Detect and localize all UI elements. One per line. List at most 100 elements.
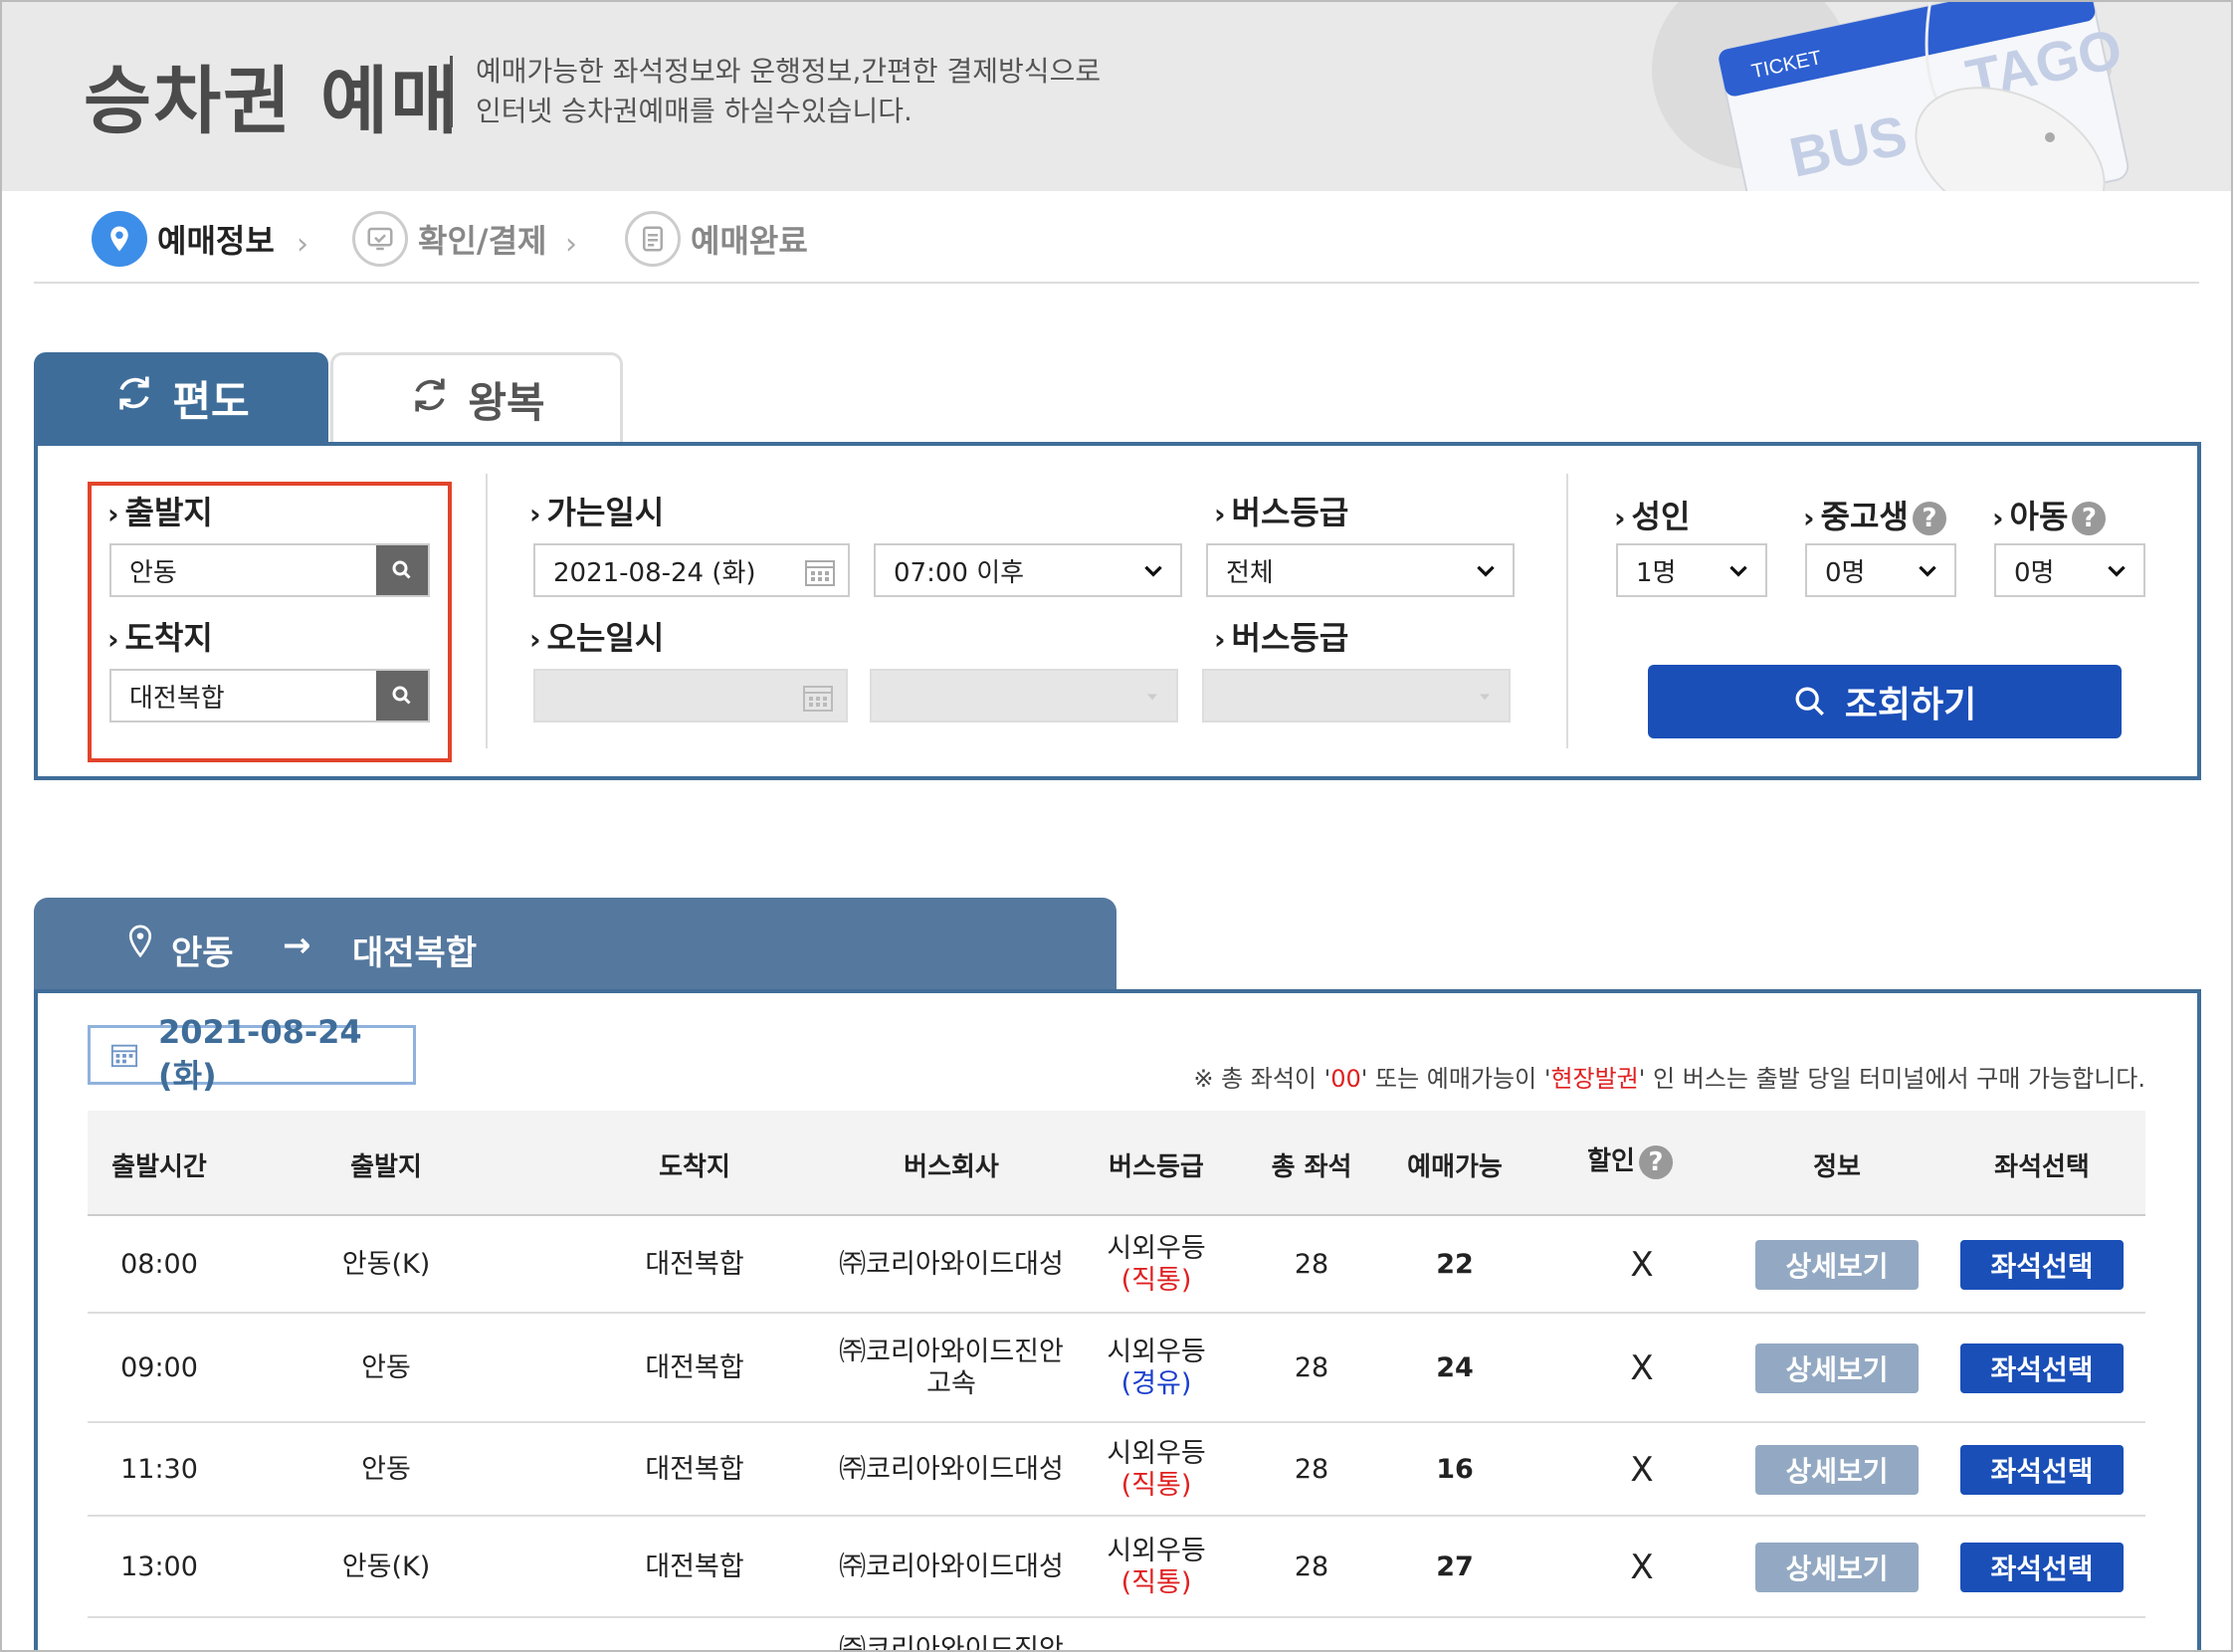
chevron-down-icon <box>1477 565 1495 577</box>
adult-select[interactable]: 1명 <box>1616 543 1767 597</box>
tab-label: 편도 <box>172 376 250 426</box>
col-bus-company: 버스회사 <box>904 1152 999 1182</box>
panel-divider <box>486 474 488 748</box>
adult-label: › 성인 <box>1614 498 1691 535</box>
arrival-label: › 도착지 <box>107 619 213 657</box>
student-value: 0명 <box>1825 557 1866 588</box>
company-name: ㈜코리아와이드진안 <box>839 1337 1064 1367</box>
return-bus-grade-select <box>1202 669 1511 723</box>
search-icon <box>392 560 411 579</box>
cell-discount: X <box>1630 1348 1654 1388</box>
route-from: 안동 <box>171 933 234 973</box>
query-button[interactable]: 조회하기 <box>1648 665 2122 738</box>
booking-steps: 예매정보 › 확인/결제 › 예매완료 <box>0 191 2233 283</box>
cell-total-seats: 28 <box>1294 1352 1329 1383</box>
help-icon[interactable]: ? <box>2072 502 2107 535</box>
go-date-label: › 가는일시 <box>529 494 665 531</box>
detail-button[interactable]: 상세보기 <box>1755 1343 1919 1393</box>
chevron-down-icon <box>1919 565 1936 577</box>
results-date-badge: 2021-08-24 (화) <box>88 1013 416 1095</box>
col-total-seats: 총 좌석 <box>1271 1152 1352 1182</box>
seat-select-button[interactable]: 좌석선택 <box>1960 1240 2124 1290</box>
detail-button[interactable]: 상세보기 <box>1755 1543 1919 1592</box>
chevron-right-icon: › <box>297 227 308 262</box>
search-icon <box>1795 687 1824 716</box>
go-time-select[interactable]: 07:00 이후 <box>874 543 1182 597</box>
table-row: 09:00 안동 대전복합 ㈜코리아와이드진안 고속 시외우등 (경유) 28 24 X 상세보기 좌… <box>88 1314 2145 1423</box>
company-name: ㈜코리아와이드대성 <box>839 1249 1064 1280</box>
tab-oneway[interactable]: 편도 <box>34 352 328 444</box>
cell-departure: 안동 <box>361 1352 411 1383</box>
student-select[interactable]: 0명 <box>1805 543 1956 597</box>
step-booking-complete: 예매완료 <box>625 211 808 267</box>
bus-grade-select[interactable]: 전체 <box>1206 543 1515 597</box>
go-date-input[interactable]: 2021-08-24 (화) <box>533 543 850 597</box>
cell-time: 08:00 <box>120 1249 198 1280</box>
chevron-down-icon <box>1144 565 1162 577</box>
departure-input[interactable]: 안동 <box>109 543 430 597</box>
cell-discount: X <box>1630 1450 1654 1490</box>
route-type: (경유) <box>1120 1368 1192 1399</box>
cell-discount: X <box>1630 1245 1654 1285</box>
seat-select-button[interactable]: 좌석선택 <box>1960 1343 2124 1393</box>
bus-grade-value: 전체 <box>1226 557 1274 588</box>
banner-desc-line2: 인터넷 승차권예매를 하실수있습니다. <box>476 95 913 127</box>
panel-divider <box>1566 474 1568 748</box>
banner-divider <box>450 56 453 127</box>
search-icon <box>392 686 411 705</box>
grade-name: 시외우등 <box>1107 1337 1206 1367</box>
help-icon[interactable]: ? <box>1638 1144 1673 1179</box>
seat-select-button[interactable]: 좌석선택 <box>1960 1543 2124 1592</box>
cell-time: 13:00 <box>120 1551 198 1582</box>
cell-total-seats: 28 <box>1294 1551 1329 1582</box>
calendar-icon <box>110 1044 138 1068</box>
tab-roundtrip[interactable]: 왕복 <box>330 352 623 444</box>
return-date-label: › 오는일시 <box>529 619 665 657</box>
chevron-down-icon <box>1729 565 1747 577</box>
table-row: 11:30 안동 대전복합 ㈜코리아와이드대성 시외우등 (직통) 28 16 X 상세보기 좌석선… <box>88 1423 2145 1517</box>
cell-time: 11:30 <box>120 1454 198 1485</box>
cell-available-seats: 27 <box>1436 1551 1474 1582</box>
step-confirm-payment: 확인/결제 <box>352 211 546 267</box>
departure-search-button[interactable] <box>376 545 428 595</box>
table-row: 08:00 안동(K) 대전복합 ㈜코리아와이드대성 시외우등 (직통) 28 22 X 상세보기… <box>88 1216 2145 1314</box>
cell-arrival: 대전복합 <box>645 1454 744 1485</box>
seat-select-button[interactable]: 좌석선택 <box>1960 1445 2124 1495</box>
col-seat-select: 좌석선택 <box>1994 1152 2090 1182</box>
calendar-icon[interactable] <box>804 557 836 587</box>
departure-label: › 출발지 <box>107 494 213 531</box>
col-departure-time: 출발시간 <box>111 1152 207 1182</box>
company-name-line2: 고속 <box>926 1368 976 1399</box>
arrival-value: 대전복합 <box>129 683 225 714</box>
detail-button[interactable]: 상세보기 <box>1755 1445 1919 1495</box>
step-booking-info: 예매정보 <box>92 211 275 267</box>
page-title: 승차권 예매 <box>84 59 461 144</box>
chevron-down-icon <box>1480 694 1490 701</box>
arrival-input[interactable]: 대전복합 <box>109 669 430 723</box>
route-to: 대전복합 <box>352 933 478 973</box>
go-time-value: 07:00 이후 <box>894 557 1025 588</box>
chevron-down-icon <box>1147 694 1157 701</box>
route-type: (직통) <box>1120 1265 1192 1296</box>
child-select[interactable]: 0명 <box>1994 543 2145 597</box>
departure-value: 안동 <box>129 557 177 588</box>
calendar-icon <box>803 686 833 712</box>
steps-divider <box>34 282 2199 284</box>
monitor-check-icon <box>352 211 408 267</box>
location-pin-icon <box>92 211 147 267</box>
detail-button[interactable]: 상세보기 <box>1755 1240 1919 1290</box>
cell-arrival: 대전복합 <box>645 1551 744 1582</box>
purchase-notice: ※ 총 좌석이 '00' 또는 예매가능이 '현장발권' 인 버스는 출발 당일… <box>1193 1065 2145 1093</box>
page-banner: 승차권 예매 예매가능한 좌석정보와 운행정보,간편한 결제방식으로 인터넷 승… <box>0 0 2233 191</box>
query-button-label: 조회하기 <box>1844 685 1977 725</box>
cell-bus-grade: 시외우등 (직통) <box>1107 1536 1205 1599</box>
cell-company: ㈜코리아와이드대성 <box>839 1551 1064 1583</box>
step-label: 확인/결제 <box>418 222 547 260</box>
col-departure: 출발지 <box>350 1152 422 1182</box>
cell-time: 09:00 <box>120 1352 198 1383</box>
help-icon[interactable]: ? <box>1912 502 1946 535</box>
table-row: ㈜코리아와이드진안 <box>88 1628 2145 1652</box>
cell-arrival: 대전복합 <box>645 1249 744 1280</box>
cell-bus-grade: 시외우등 (경유) <box>1107 1337 1205 1400</box>
arrival-search-button[interactable] <box>376 671 428 721</box>
